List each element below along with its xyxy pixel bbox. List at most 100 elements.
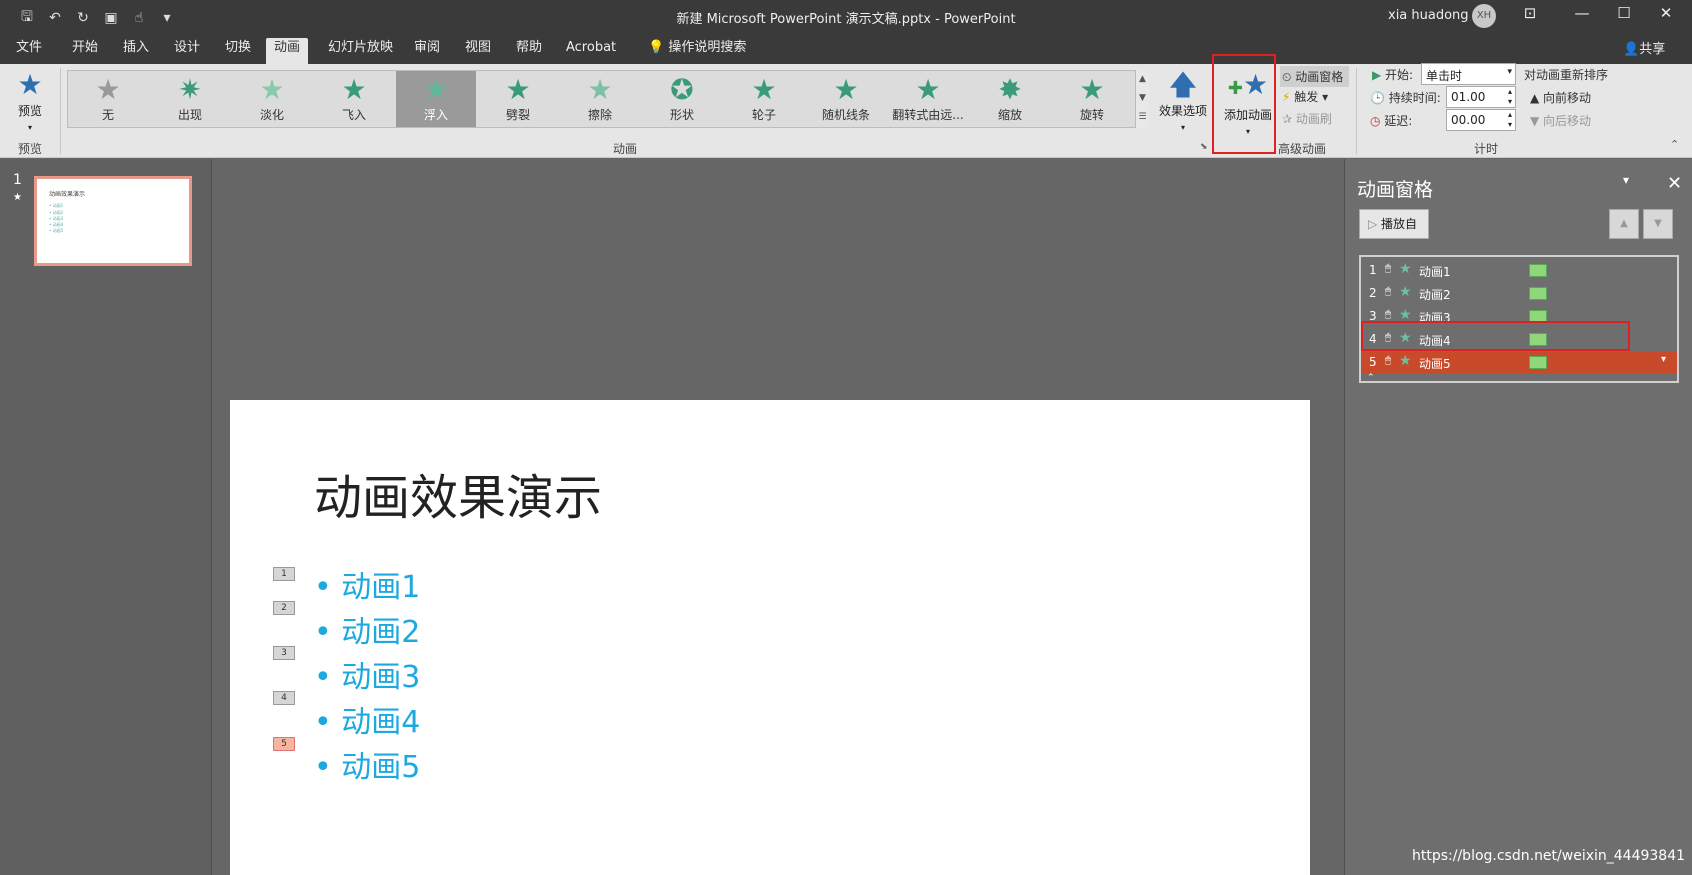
tell-me-search[interactable]: 💡 操作说明搜索 [640, 38, 754, 64]
move-earlier-button[interactable]: ▲ 向前移动 [1530, 89, 1591, 106]
reorder-label: 对动画重新排序 [1524, 68, 1609, 82]
slide-bullet[interactable]: • 动画1 [314, 562, 420, 606]
anim-random-bars-icon: ★ [833, 73, 859, 106]
play-icon: ▶ [1372, 68, 1386, 82]
preview-button[interactable]: ★ 预览 ▾ [8, 68, 52, 134]
pane-options-icon[interactable]: ▾ [1623, 173, 1629, 187]
delay-input[interactable]: 00.00 ▴ ▾ [1446, 109, 1516, 131]
anim-badge-selected[interactable]: 5 [273, 737, 295, 751]
anim-float-in[interactable]: ★ 浮入 [396, 71, 476, 127]
play-from-button[interactable]: ▷ 播放自 [1359, 209, 1429, 239]
slide-bullet[interactable]: • 动画5 [314, 742, 420, 786]
anim-appear-icon: ✷ [178, 73, 202, 106]
tab-file[interactable]: 文件 [8, 38, 50, 64]
slide-thumbnail[interactable]: 动画效果演示 • 动画1 • 动画2 • 动画3 • 动画4 • 动画5 [34, 176, 192, 266]
anim-zoom[interactable]: ✸ 缩放 [970, 71, 1050, 127]
gallery-up-icon[interactable]: ▲ [1136, 70, 1149, 89]
group-label-preview: 预览 [17, 142, 42, 156]
separator [60, 68, 61, 154]
move-later-button[interactable]: ▼ 向后移动 [1530, 112, 1591, 129]
tab-home[interactable]: 开始 [64, 38, 106, 64]
highlight-add-animation [1212, 54, 1276, 154]
tab-acrobat[interactable]: Acrobat [558, 38, 624, 64]
anim-fade[interactable]: ★ 淡化 [232, 71, 312, 127]
star-icon: ★ [1399, 284, 1412, 300]
close-icon[interactable]: ✕ [1667, 173, 1682, 194]
anim-zoom-icon: ✸ [998, 73, 1022, 106]
slide-bullet[interactable]: • 动画4 [314, 697, 420, 741]
tab-insert[interactable]: 插入 [115, 38, 157, 64]
ribbon-display-icon[interactable]: ⊡ [1510, 4, 1550, 22]
user-name[interactable]: xia huadong [1388, 8, 1469, 23]
anim-badge[interactable]: 1 [273, 567, 295, 581]
tab-help[interactable]: 帮助 [508, 38, 550, 64]
gallery-down-icon[interactable]: ▼ [1136, 89, 1149, 108]
collapse-chevron-icon[interactable]: ⌃ [1367, 373, 1375, 383]
anim-swivel[interactable]: ★ 旋转 [1052, 71, 1132, 127]
anim-grow-turn[interactable]: ★ 翻转式由远... [888, 71, 968, 127]
triangle-up-icon: ▲ [1620, 218, 1628, 229]
tab-animations[interactable]: 动画 [266, 38, 309, 64]
animation-gallery: ★ 无 ✷ 出现 ★ 淡化 ★ 飞入 ★ 浮入 ★ 劈裂 ★ 擦除 ✪ 形状 ★ 轮子 ★ 随机线条… [67, 70, 1149, 128]
effect-options-button[interactable]: 🡅 效果选项 ▾ [1154, 68, 1212, 133]
triangle-down-icon: ▼ [1530, 114, 1544, 128]
slide-bullet[interactable]: • 动画3 [314, 652, 420, 696]
trigger-button[interactable]: ⚡ 触发 ▾ [1282, 88, 1328, 105]
play-icon: ▷ [1368, 217, 1382, 231]
animation-item-selected[interactable]: 5 🖱 ★ 动画5 ▾ [1361, 352, 1677, 373]
tab-view[interactable]: 视图 [457, 38, 499, 64]
anim-fly-in[interactable]: ★ 飞入 [314, 71, 394, 127]
gallery-scroll[interactable]: ▲ ▼ ☰ [1135, 70, 1149, 128]
anim-badge[interactable]: 4 [273, 691, 295, 705]
anim-wipe[interactable]: ★ 擦除 [560, 71, 640, 127]
slide-canvas[interactable]: 动画效果演示 1 • 动画1 2 • 动画2 3 • 动画3 4 • 动画4 5… [230, 400, 1310, 875]
collapse-ribbon-icon[interactable]: ⌃ [1670, 138, 1679, 151]
avatar[interactable]: XH [1472, 4, 1496, 28]
slide-bullet[interactable]: • 动画2 [314, 607, 420, 651]
group-label-animation: 动画 [612, 142, 637, 156]
duration-input[interactable]: 01.00 ▴ ▾ [1446, 86, 1516, 108]
anim-appear[interactable]: ✷ 出现 [150, 71, 230, 127]
close-icon[interactable]: ✕ [1646, 4, 1686, 22]
animation-item[interactable]: 2 🖱 ★ 动画2 [1361, 283, 1677, 304]
anim-none[interactable]: ★ 无 [68, 71, 148, 127]
anim-wheel-icon: ★ [751, 73, 777, 106]
minimize-icon[interactable]: — [1562, 4, 1602, 22]
anim-random-bars[interactable]: ★ 随机线条 [806, 71, 886, 127]
tab-design[interactable]: 设计 [166, 38, 208, 64]
anim-badge[interactable]: 2 [273, 601, 295, 615]
group-label-advanced: 高级动画 [1277, 142, 1326, 156]
slide-title[interactable]: 动画效果演示 [314, 458, 602, 528]
anim-shape[interactable]: ✪ 形状 [642, 71, 722, 127]
timeline-bar[interactable] [1529, 287, 1547, 300]
timeline-bar[interactable] [1529, 264, 1547, 277]
mouse-icon: 🖱 [1385, 355, 1391, 366]
spinner-icon[interactable]: ▴ ▾ [1508, 87, 1512, 107]
move-down-button[interactable]: ▼ [1643, 209, 1673, 239]
tab-transitions[interactable]: 切换 [217, 38, 259, 64]
anim-split[interactable]: ★ 劈裂 [478, 71, 558, 127]
share-button[interactable]: 👤共享 [1623, 38, 1665, 57]
tab-slideshow[interactable]: 幻灯片放映 [320, 38, 401, 64]
dialog-launcher-icon[interactable]: ⬊ [1200, 142, 1208, 152]
anim-badge[interactable]: 3 [273, 646, 295, 660]
anim-swivel-icon: ★ [1079, 73, 1105, 106]
anim-fade-icon: ★ [259, 73, 285, 106]
animation-item[interactable]: 1 🖱 ★ 动画1 [1361, 260, 1677, 281]
anim-shape-icon: ✪ [670, 73, 694, 106]
maximize-icon[interactable]: ☐ [1604, 4, 1644, 22]
animation-painter-button[interactable]: ✰ 动画刷 [1282, 110, 1332, 127]
start-select[interactable]: 单击时 ▾ [1421, 63, 1516, 85]
start-label: ▶ 开始: [1372, 68, 1414, 82]
item-dropdown-icon[interactable]: ▾ [1661, 354, 1666, 365]
animation-pane-button[interactable]: ⏲ 动画窗格 [1280, 66, 1350, 87]
anim-wheel[interactable]: ★ 轮子 [724, 71, 804, 127]
move-up-button[interactable]: ▲ [1609, 209, 1639, 239]
slide-thumbnail-pane [0, 159, 212, 875]
tab-review[interactable]: 审阅 [406, 38, 448, 64]
anim-fly-in-icon: ★ [341, 73, 367, 106]
gallery-more-icon[interactable]: ☰ [1136, 108, 1149, 127]
watermark: https://blog.csdn.net/weixin_44493841 [1412, 848, 1686, 864]
spinner-icon[interactable]: ▴ ▾ [1508, 110, 1512, 130]
timeline-bar[interactable] [1529, 356, 1547, 369]
